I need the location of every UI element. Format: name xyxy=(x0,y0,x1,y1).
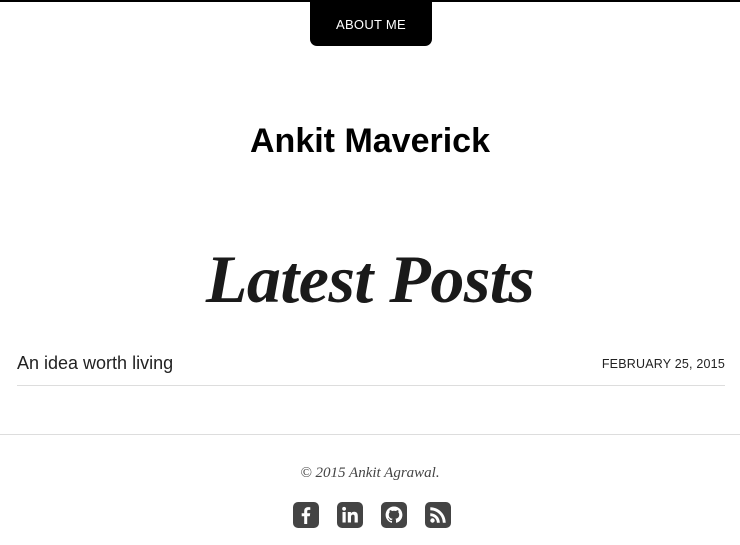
linkedin-icon xyxy=(337,502,363,528)
page: ABOUT ME Ankit Maverick Latest Posts An … xyxy=(0,0,740,545)
facebook-link[interactable] xyxy=(293,502,319,528)
rss-link[interactable] xyxy=(425,502,451,528)
post-date: FEBRUARY 25, 2015 xyxy=(601,357,725,371)
github-icon xyxy=(381,502,407,528)
linkedin-link[interactable] xyxy=(337,502,363,528)
footer-divider xyxy=(0,434,740,435)
social-links xyxy=(293,502,451,528)
copyright-text: © 2015 Ankit Agrawal. xyxy=(300,465,440,481)
github-link[interactable] xyxy=(381,502,407,528)
site-title[interactable]: Ankit Maverick xyxy=(0,122,740,161)
rss-icon xyxy=(425,502,451,528)
post-title-link[interactable]: An idea worth living xyxy=(17,348,173,378)
post-list-item: An idea worth living FEBRUARY 25, 2015 xyxy=(17,348,725,386)
latest-posts-heading: Latest Posts xyxy=(205,241,535,317)
top-nav: ABOUT ME xyxy=(310,2,432,46)
facebook-icon xyxy=(293,502,319,528)
about-me-link[interactable]: ABOUT ME xyxy=(336,17,406,32)
